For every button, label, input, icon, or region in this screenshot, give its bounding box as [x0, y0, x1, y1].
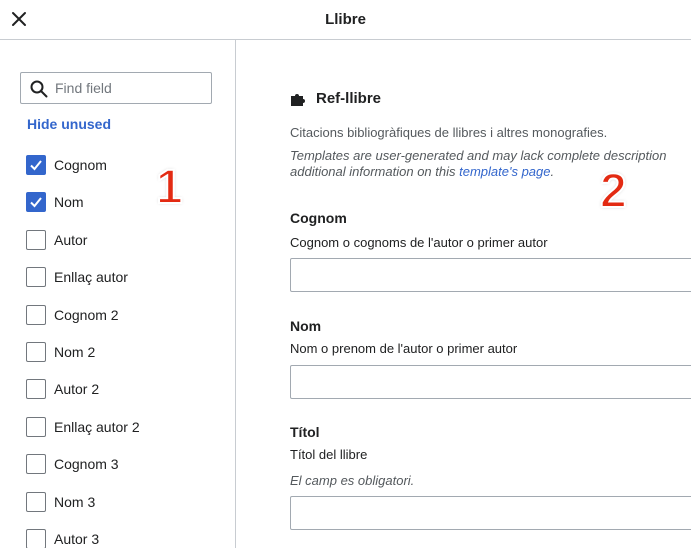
- field-checkbox[interactable]: [26, 304, 46, 325]
- field-label: Cognom: [54, 157, 107, 173]
- param-input-nom[interactable]: [290, 365, 691, 399]
- template-note-suffix: .: [550, 164, 555, 179]
- field-checkbox[interactable]: [26, 229, 46, 250]
- field-item-cognom[interactable]: Cognom: [26, 155, 140, 192]
- find-field-input[interactable]: [55, 73, 205, 103]
- field-label: Nom: [54, 194, 84, 211]
- template-name: Ref-llibre: [316, 90, 382, 107]
- field-list: Cognom Nom Autor Enllaç autor Cognom 2 N…: [26, 155, 140, 548]
- field-item-cognom-2[interactable]: Cognom 2: [26, 304, 140, 342]
- annotation-callout-1: 1: [155, 161, 184, 214]
- checkmark-icon: [30, 160, 42, 171]
- template-panel: Ref-llibre Citacions bibliogràfiques de …: [237, 40, 691, 548]
- field-label: Enllaç autor 2: [54, 418, 140, 435]
- field-item-autor[interactable]: Autor: [26, 229, 140, 267]
- field-item-nom[interactable]: Nom: [26, 192, 140, 229]
- field-item-autor-2[interactable]: Autor 2: [26, 379, 140, 416]
- field-checkbox[interactable]: [26, 267, 46, 288]
- field-label: Cognom 2: [54, 306, 119, 323]
- field-checkbox[interactable]: [26, 491, 46, 512]
- field-checkbox[interactable]: [26, 416, 46, 437]
- field-item-enllac-autor-2[interactable]: Enllaç autor 2: [26, 416, 140, 454]
- template-page-link[interactable]: template's page: [459, 164, 550, 179]
- template-note-line1: Templates are user-generated and may lac…: [290, 148, 667, 163]
- field-checkbox[interactable]: [26, 155, 46, 175]
- field-checkbox[interactable]: [26, 379, 46, 400]
- field-checkbox[interactable]: [26, 454, 46, 475]
- field-item-enllac-autor[interactable]: Enllaç autor: [26, 267, 140, 304]
- template-description: Citacions bibliogràfiques de llibres i a…: [290, 125, 608, 140]
- field-sidebar: Hide unused Cognom Nom Autor Enllaç auto…: [0, 40, 236, 548]
- hide-unused-button[interactable]: Hide unused: [27, 116, 111, 132]
- field-label: Nom 3: [54, 493, 96, 510]
- field-item-nom-2[interactable]: Nom 2: [26, 341, 140, 379]
- find-field-search[interactable]: [20, 72, 212, 104]
- checkmark-icon: [30, 197, 42, 208]
- param-description-nom: Nom o prenom de l'autor o primer autor: [290, 341, 518, 356]
- search-icon: [30, 80, 48, 98]
- annotation-callout-2: 2: [599, 165, 628, 218]
- template-header: Ref-llibre: [290, 90, 381, 107]
- dialog-title: Llibre: [325, 11, 366, 28]
- field-item-cognom-3[interactable]: Cognom 3: [26, 454, 140, 491]
- param-input-titol[interactable]: [290, 496, 691, 530]
- field-item-nom-3[interactable]: Nom 3: [26, 491, 140, 529]
- param-description-cognom: Cognom o cognoms de l'autor o primer aut…: [290, 235, 548, 250]
- field-checkbox[interactable]: [26, 192, 46, 213]
- field-label: Autor 3: [54, 530, 100, 547]
- field-label: Cognom 3: [54, 456, 119, 473]
- field-checkbox[interactable]: [26, 528, 46, 548]
- param-label-nom: Nom: [290, 318, 322, 334]
- template-note-prefix: additional information on this: [290, 164, 460, 179]
- param-required-note: El camp es obligatori.: [290, 473, 415, 488]
- field-label: Autor: [54, 231, 88, 248]
- param-input-cognom[interactable]: [290, 258, 691, 292]
- field-label: Enllaç autor: [54, 269, 128, 286]
- field-label: Nom 2: [54, 343, 96, 360]
- param-description-titol: Títol del llibre: [290, 447, 368, 462]
- param-label-cognom: Cognom: [290, 210, 347, 226]
- param-label-titol: Títol: [290, 424, 320, 440]
- field-label: Autor 2: [54, 381, 100, 398]
- puzzle-icon: [291, 93, 305, 106]
- dialog-header: Llibre: [0, 0, 691, 40]
- field-checkbox[interactable]: [26, 341, 46, 362]
- field-item-autor-3[interactable]: Autor 3: [26, 528, 140, 548]
